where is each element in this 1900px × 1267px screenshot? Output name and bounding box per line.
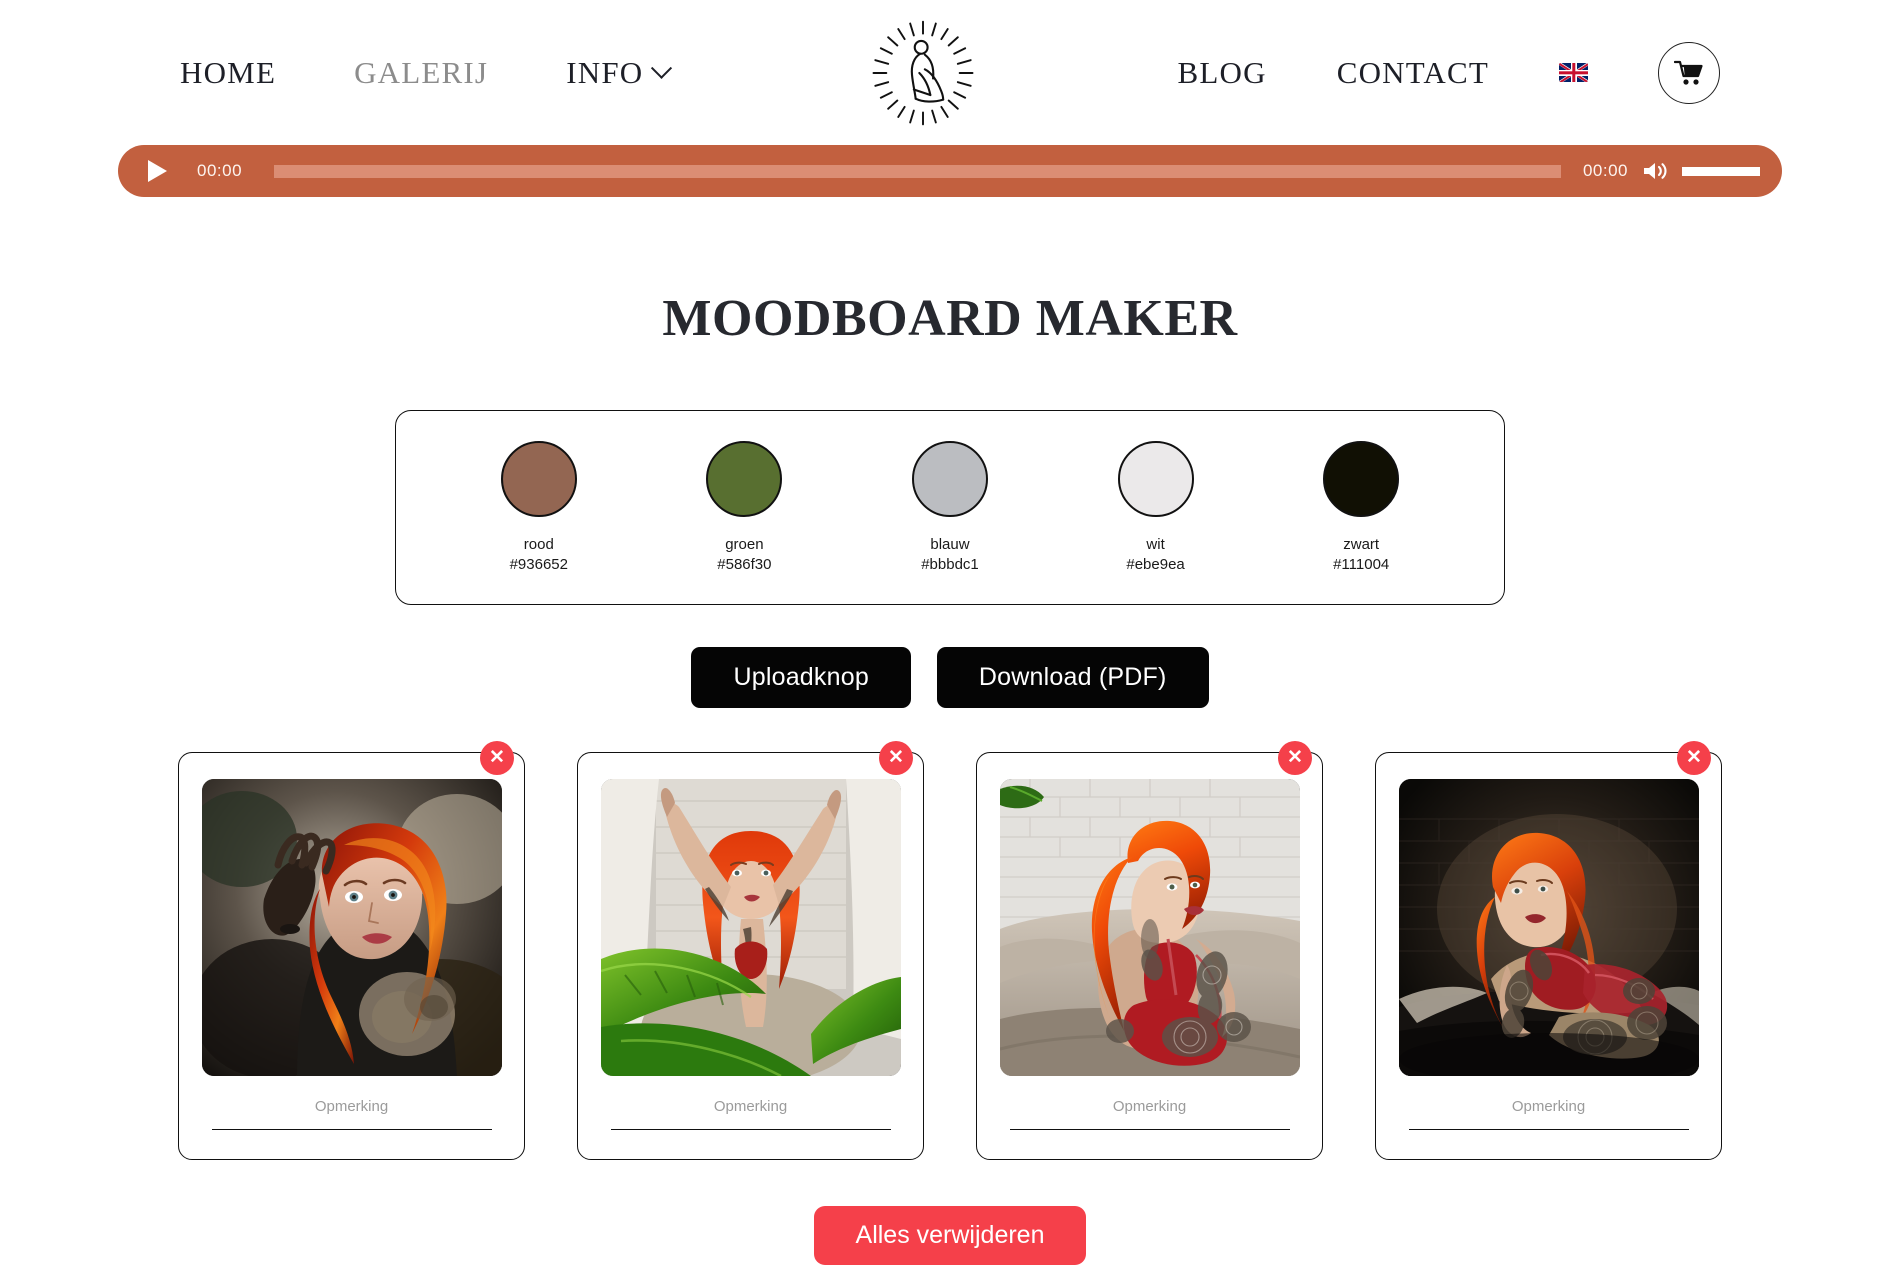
close-icon[interactable]: ✕ — [1677, 740, 1711, 775]
note-input[interactable] — [1408, 1128, 1689, 1130]
top-navigation: HOME GALERIJ INFO BLOG CONTACT — [0, 0, 1900, 145]
nav-item-galerij[interactable]: GALERIJ — [354, 55, 488, 91]
duration-label: 00:00 — [1582, 161, 1628, 180]
action-buttons: Uploadknop Download (PDF) — [0, 646, 1900, 708]
nav-item-galerij-label: GALERIJ — [354, 54, 489, 90]
swatch-name-zwart: zwart — [1343, 536, 1380, 553]
current-time-label: 00:00 — [197, 161, 243, 180]
nav-item-blog[interactable]: BLOG — [1178, 55, 1267, 91]
page-title: MOODBOARD MAKER — [662, 290, 1238, 347]
moodboard-card-grid: ✕ Opmerking ✕ Opmerking ✕ Opmerking ✕ Op… — [0, 740, 1900, 1160]
swatch-name-wit: wit — [1146, 536, 1165, 553]
nav-item-home-label: HOME — [180, 54, 277, 90]
swatch-circle-groen[interactable] — [706, 441, 783, 517]
swatch-hex-zwart: #111004 — [1333, 556, 1390, 574]
swatch-circle-wit[interactable] — [1117, 441, 1194, 517]
cart-button[interactable] — [1658, 41, 1720, 104]
play-icon[interactable] — [148, 160, 167, 182]
moodboard-card[interactable]: ✕ Opmerking — [1375, 740, 1722, 1160]
moodboard-card[interactable]: ✕ Opmerking — [976, 740, 1323, 1160]
close-icon[interactable]: ✕ — [480, 740, 514, 775]
palette-swatch-rood[interactable]: rood #936652 — [449, 441, 629, 576]
moodboard-card[interactable]: ✕ Opmerking — [577, 740, 924, 1160]
moodboard-image[interactable] — [999, 778, 1300, 1076]
swatch-circle-blauw[interactable] — [911, 441, 988, 517]
shopping-cart-icon — [1674, 60, 1703, 85]
seated-figure-sunburst-logo[interactable] — [868, 18, 978, 128]
moodboard-image[interactable] — [1398, 778, 1699, 1076]
nav-item-home[interactable]: HOME — [180, 55, 276, 91]
swatch-hex-wit: #ebe9ea — [1126, 556, 1185, 574]
note-input[interactable] — [610, 1128, 891, 1130]
nav-item-contact-label: CONTACT — [1336, 54, 1489, 90]
nav-item-info[interactable]: INFO — [566, 54, 673, 91]
clear-all-button[interactable]: Alles verwijderen — [813, 1205, 1087, 1265]
swatch-name-groen: groen — [725, 536, 764, 553]
moodboard-image[interactable] — [600, 778, 901, 1076]
speaker-volume-icon[interactable] — [1642, 159, 1670, 183]
volume-slider[interactable] — [1682, 166, 1760, 176]
palette-swatch-blauw[interactable]: blauw #bbbdc1 — [860, 441, 1040, 576]
note-input[interactable] — [1009, 1128, 1290, 1130]
nav-item-blog-label: BLOG — [1177, 54, 1267, 90]
note-label: Opmerking — [314, 1097, 389, 1115]
download-pdf-button[interactable]: Download (PDF) — [936, 646, 1209, 708]
audio-player[interactable]: 00:00 00:00 — [118, 145, 1782, 197]
moodboard-image[interactable] — [201, 778, 502, 1076]
nav-item-info-label: INFO — [566, 54, 644, 90]
nav-item-contact[interactable]: CONTACT — [1337, 55, 1489, 91]
palette-swatch-wit[interactable]: wit #ebe9ea — [1066, 441, 1246, 576]
swatch-hex-rood: #936652 — [509, 556, 568, 574]
close-icon[interactable]: ✕ — [879, 740, 913, 775]
note-label: Opmerking — [1511, 1097, 1586, 1115]
clear-all-container: Alles verwijderen — [0, 1205, 1900, 1265]
audio-player-container: 00:00 00:00 — [0, 145, 1900, 197]
close-icon[interactable]: ✕ — [1278, 740, 1312, 775]
note-input[interactable] — [211, 1128, 492, 1130]
chevron-down-icon — [651, 57, 673, 79]
color-palette-panel: rood #936652 groen #586f30 blauw #bbbdc1… — [395, 410, 1505, 605]
swatch-circle-rood[interactable] — [500, 441, 577, 517]
audio-progress-bar[interactable] — [274, 164, 1561, 178]
moodboard-card[interactable]: ✕ Opmerking — [178, 740, 525, 1160]
swatch-hex-blauw: #bbbdc1 — [921, 556, 979, 574]
swatch-name-blauw: blauw — [930, 536, 970, 553]
note-label: Opmerking — [1112, 1097, 1187, 1115]
swatch-hex-groen: #586f30 — [717, 556, 772, 574]
swatch-name-rood: rood — [523, 536, 554, 553]
upload-button[interactable]: Uploadknop — [691, 646, 911, 708]
uk-flag-icon[interactable] — [1559, 63, 1588, 82]
swatch-circle-zwart[interactable] — [1323, 441, 1400, 517]
palette-swatch-groen[interactable]: groen #586f30 — [654, 441, 834, 576]
note-label: Opmerking — [713, 1097, 788, 1115]
palette-swatch-zwart[interactable]: zwart #111004 — [1271, 441, 1451, 576]
